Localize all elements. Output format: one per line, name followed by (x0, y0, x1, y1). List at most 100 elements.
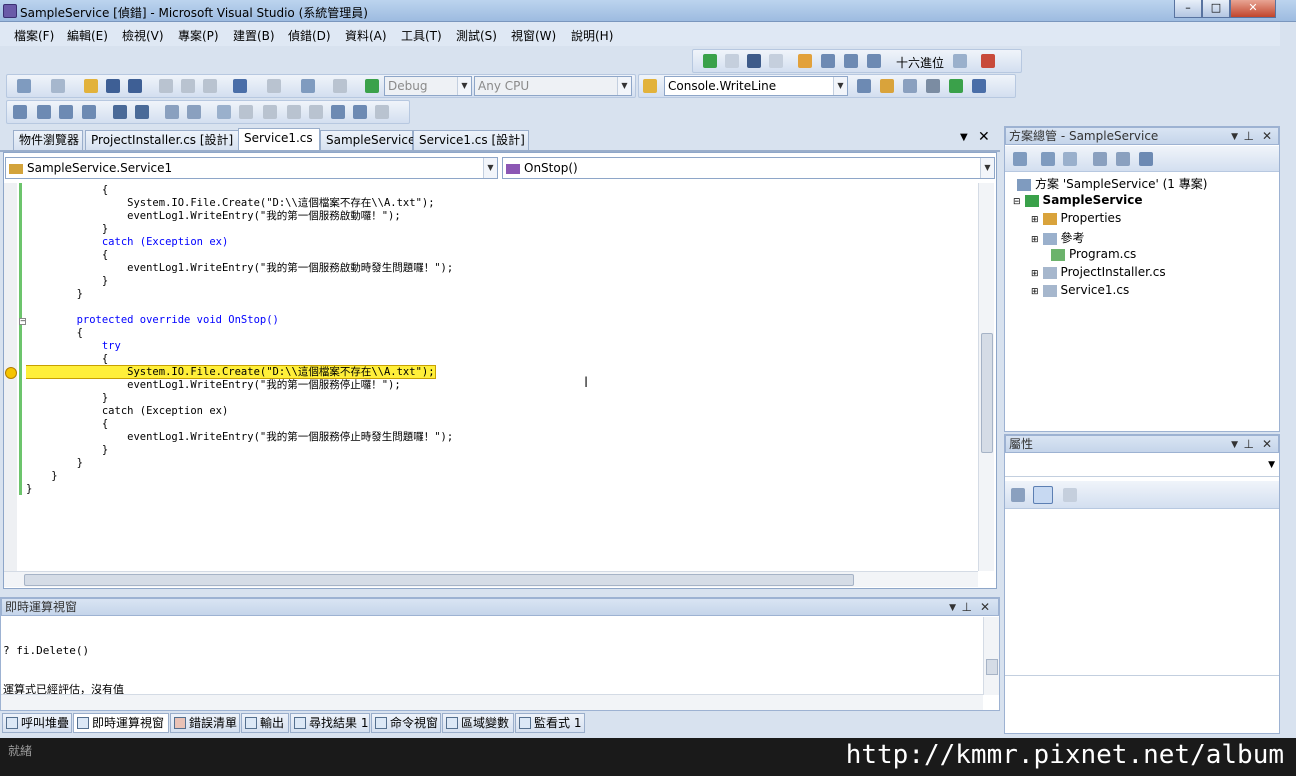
continue-icon[interactable] (703, 54, 717, 68)
previous-bookmark-in-folder-icon[interactable] (287, 105, 301, 119)
clear-bookmarks-icon[interactable] (375, 105, 389, 119)
immediate-window-text[interactable]: ? fi.Delete() 運算式已經評估，沒有值 (3, 618, 983, 696)
tree-item-service1[interactable]: ⊞ Service1.cs (1031, 283, 1129, 297)
property-pages-icon[interactable] (1063, 488, 1077, 502)
navigate-backward-icon[interactable] (301, 79, 315, 93)
save-all-icon[interactable] (128, 79, 142, 93)
vertical-scroll-thumb[interactable] (986, 659, 998, 675)
expand-node-icon[interactable]: ⊞ (1031, 215, 1039, 225)
find-in-files-icon[interactable] (643, 79, 657, 93)
next-bookmark-in-folder-icon[interactable] (309, 105, 323, 119)
solution-configuration-select[interactable]: Debug ▼ (384, 76, 472, 96)
tab-projectinstaller-design[interactable]: ProjectInstaller.cs [設計] (85, 130, 239, 150)
menu-tools[interactable]: 工具(T) (401, 27, 442, 44)
object-selector[interactable]: ▼ (1005, 457, 1279, 477)
decrease-indent-icon[interactable] (113, 105, 127, 119)
save-icon[interactable] (106, 79, 120, 93)
paste-icon[interactable] (203, 79, 217, 93)
open-file-icon[interactable] (84, 79, 98, 93)
expand-node-icon[interactable]: ⊞ (1031, 235, 1039, 245)
find-input[interactable]: Console.WriteLine ▼ (664, 76, 848, 96)
maximize-button[interactable]: □ (1202, 0, 1230, 18)
tree-item-properties[interactable]: ⊞ Properties (1031, 211, 1121, 225)
horizontal-scroll-thumb[interactable] (24, 574, 854, 586)
tab-immediate-window[interactable]: 即時運算視窗 (73, 713, 169, 733)
view-designer-icon[interactable] (1116, 152, 1130, 166)
refresh-icon[interactable] (1063, 152, 1077, 166)
step-into-icon[interactable] (821, 54, 835, 68)
parameter-info-icon[interactable] (37, 105, 51, 119)
tab-error-list[interactable]: 錯誤清單 (170, 713, 240, 733)
panel-options-icon[interactable]: ▼ (1231, 129, 1238, 145)
pin-icon[interactable]: ⊥ (962, 599, 972, 615)
breakpoints-icon[interactable] (953, 54, 967, 68)
uncomment-icon[interactable] (187, 105, 201, 119)
close-panel-icon[interactable]: ✕ (980, 599, 990, 615)
tab-service1-cs[interactable]: Service1.cs (238, 128, 320, 150)
pin-icon[interactable]: ⊥ (1244, 436, 1254, 452)
solution-platform-select[interactable]: Any CPU ▼ (474, 76, 632, 96)
display-object-members-icon[interactable] (13, 105, 27, 119)
vertical-scrollbar[interactable] (983, 617, 999, 695)
tab-service1-design[interactable]: Service1.cs [設計] (413, 130, 529, 150)
tab-command-window[interactable]: 命令視窗 (371, 713, 441, 733)
menu-window[interactable]: 視窗(W) (511, 27, 556, 44)
tab-call-stack[interactable]: 呼叫堆疊 (2, 713, 72, 733)
toggle-bookmark-icon[interactable] (217, 105, 231, 119)
complete-word-icon[interactable] (82, 105, 96, 119)
project-node[interactable]: ⊟ SampleService (1013, 193, 1143, 207)
menu-help[interactable]: 說明(H) (571, 27, 613, 44)
previous-bookmark-icon[interactable] (239, 105, 253, 119)
tab-watch-1[interactable]: 監看式 1 (515, 713, 585, 733)
panel-options-icon[interactable]: ▼ (1231, 437, 1238, 453)
expand-node-icon[interactable]: ⊞ (1031, 287, 1039, 297)
menu-project[interactable]: 專案(P) (178, 27, 219, 44)
step-out-icon[interactable] (867, 54, 881, 68)
properties-window-icon[interactable] (880, 79, 894, 93)
close-panel-icon[interactable]: ✕ (1262, 436, 1272, 452)
other-windows-icon[interactable] (972, 79, 986, 93)
start-page-icon[interactable] (949, 79, 963, 93)
menu-view[interactable]: 檢視(V) (122, 27, 164, 44)
hex-display-toggle[interactable]: 十六進位 (896, 54, 944, 71)
new-project-icon[interactable] (17, 79, 31, 93)
menu-edit[interactable]: 編輯(E) (67, 27, 108, 44)
active-files-dropdown-icon[interactable]: ▼ (960, 132, 968, 143)
collapse-region-icon[interactable]: − (19, 318, 26, 325)
horizontal-scrollbar[interactable] (1, 694, 983, 710)
tab-output[interactable]: 輸出 (241, 713, 289, 733)
tab-sampleservice[interactable]: SampleService (320, 130, 415, 150)
show-next-statement-icon[interactable] (798, 54, 812, 68)
close-panel-icon[interactable]: ✕ (1262, 128, 1272, 144)
code-editor[interactable]: SampleService.Service1 ▼ OnStop() ▼ − { Sy… (3, 152, 997, 589)
restart-icon[interactable] (769, 54, 783, 68)
view-class-diagram-icon[interactable] (1139, 152, 1153, 166)
menu-debug[interactable]: 偵錯(D) (288, 27, 331, 44)
menu-data[interactable]: 資料(A) (345, 27, 387, 44)
menu-build[interactable]: 建置(B) (233, 27, 275, 44)
next-bookmark-icon[interactable] (263, 105, 277, 119)
view-code-icon[interactable] (1093, 152, 1107, 166)
solution-explorer-icon[interactable] (857, 79, 871, 93)
tree-item-projectinstaller[interactable]: ⊞ ProjectInstaller.cs (1031, 265, 1166, 279)
next-bookmark-in-document-icon[interactable] (353, 105, 367, 119)
close-document-icon[interactable]: ✕ (978, 129, 990, 145)
increase-indent-icon[interactable] (135, 105, 149, 119)
solution-root[interactable]: 方案 'SampleService' (1 專案) (1017, 175, 1207, 192)
alphabetical-icon[interactable] (1033, 486, 1053, 504)
add-item-icon[interactable] (51, 79, 65, 93)
collapse-node-icon[interactable]: ⊟ (1013, 197, 1021, 207)
categorized-icon[interactable] (1011, 488, 1025, 502)
windows-dropdown-icon[interactable] (981, 54, 995, 68)
tree-item-references[interactable]: ⊞ 參考 (1031, 229, 1085, 246)
horizontal-scrollbar[interactable] (4, 571, 978, 587)
type-navigation-select[interactable]: SampleService.Service1 ▼ (5, 157, 498, 179)
previous-bookmark-in-document-icon[interactable] (331, 105, 345, 119)
menu-file[interactable]: 檔案(F) (14, 27, 54, 44)
vertical-scrollbar[interactable] (978, 183, 994, 571)
panel-options-icon[interactable]: ▼ (949, 600, 956, 616)
tab-find-results[interactable]: 尋找結果 1 (290, 713, 370, 733)
start-debugging-icon[interactable] (365, 79, 379, 93)
show-all-files-icon[interactable] (1041, 152, 1055, 166)
menu-test[interactable]: 測試(S) (456, 27, 497, 44)
